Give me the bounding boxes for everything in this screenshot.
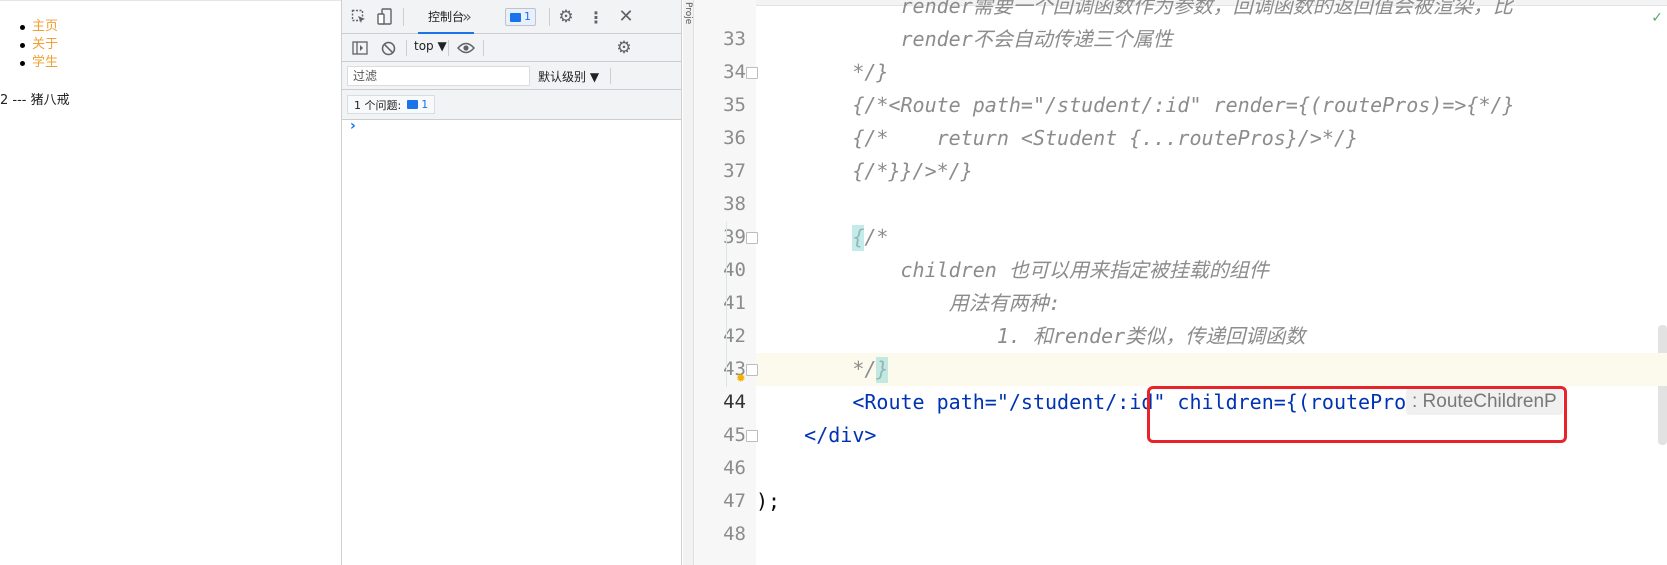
more-tabs-icon[interactable]: »	[462, 7, 472, 26]
code-line: 34 render不会自动传递三个属性	[723, 27, 1173, 83]
devtools-tab-bar: 控制台 » 1 ⚙ ⋮ ✕	[342, 0, 681, 34]
code-line: 43 1. 和render类似，传递回调函数	[723, 324, 1306, 380]
code-line: 37 {/* return <Student {...routePros}/>*…	[723, 126, 1359, 182]
nav-link-about[interactable]: 关于	[12, 36, 58, 54]
code-line-current: 44 ✹ */}	[723, 353, 1667, 413]
intention-bulb-icon[interactable]: ✹	[736, 360, 750, 386]
nav-link-students[interactable]: 学生	[12, 54, 58, 72]
code-line: 41 children 也可以用来指定被挂载的组件	[723, 258, 1269, 314]
log-level-selector[interactable]: 默认级别 ▼	[538, 68, 599, 85]
code-line: 33 render需要一个回调函数作为参数，回调函数的返回值会被渲染，比	[723, 0, 1513, 50]
code-editor-window: Proje ✓ 33 render需要一个回调函数作为参数，回调函数的返回值会被…	[683, 0, 1667, 565]
issues-badge[interactable]: 1	[505, 8, 536, 26]
context-selector[interactable]: top ▼	[414, 39, 447, 53]
code-line: 39	[723, 226, 746, 248]
annotation-highlight-box	[1147, 386, 1567, 443]
code-line: 38 {/*}}/>*/}	[723, 159, 973, 215]
editor-content[interactable]: 33 render需要一个回调函数作为参数，回调函数的返回值会被渲染，比 34 …	[723, 0, 1667, 565]
message-icon	[510, 12, 521, 22]
issues-bar: 1 个问题: 1	[342, 90, 681, 120]
settings-gear-icon[interactable]: ⚙	[557, 7, 575, 27]
inspect-element-icon[interactable]	[350, 9, 368, 25]
live-expression-eye-icon[interactable]	[456, 39, 476, 57]
console-filter-bar: 默认级别 ▼	[342, 62, 681, 90]
message-icon	[407, 100, 419, 109]
sidebar-toggle-icon[interactable]	[351, 39, 369, 57]
issues-count: 1	[421, 98, 429, 111]
indent-guide	[726, 222, 727, 387]
code-line: 48 );	[723, 489, 781, 545]
code-line: 47	[723, 490, 746, 512]
devtools-panel: 控制台 » 1 ⚙ ⋮ ✕ top ▼ ⚙ 默认级别 ▼ 1 个问题:	[341, 0, 682, 565]
code-line: 36 {/*<Route path="/student/:id" render=…	[723, 93, 1515, 149]
console-toolbar: top ▼ ⚙	[342, 34, 681, 62]
brace-match-highlight	[852, 225, 864, 251]
clear-console-icon[interactable]	[379, 39, 397, 57]
code-line: 42 用法有两种:	[723, 291, 1061, 347]
student-detail-text: 2 --- 猪八戒	[0, 93, 70, 108]
more-options-icon[interactable]: ⋮	[588, 8, 604, 27]
nav-list: 主页 关于 学生	[12, 18, 58, 72]
device-toolbar-icon[interactable]	[376, 8, 394, 26]
code-line: 40 {/*	[723, 225, 889, 281]
project-tool-strip[interactable]: Proje	[683, 0, 694, 565]
brace-match-highlight	[876, 357, 888, 383]
code-line: 35 */}	[723, 60, 889, 116]
issues-label: 1 个问题:	[354, 98, 402, 112]
nav-link-home[interactable]: 主页	[12, 18, 58, 36]
close-devtools-icon[interactable]: ✕	[618, 6, 634, 27]
issues-button[interactable]: 1 个问题: 1	[347, 95, 436, 114]
console-prompt-icon[interactable]: ›	[350, 118, 356, 134]
rendered-page: 主页 关于 学生 2 --- 猪八戒	[0, 0, 341, 565]
console-settings-gear-icon[interactable]: ⚙	[615, 38, 633, 58]
filter-input[interactable]	[347, 66, 530, 86]
